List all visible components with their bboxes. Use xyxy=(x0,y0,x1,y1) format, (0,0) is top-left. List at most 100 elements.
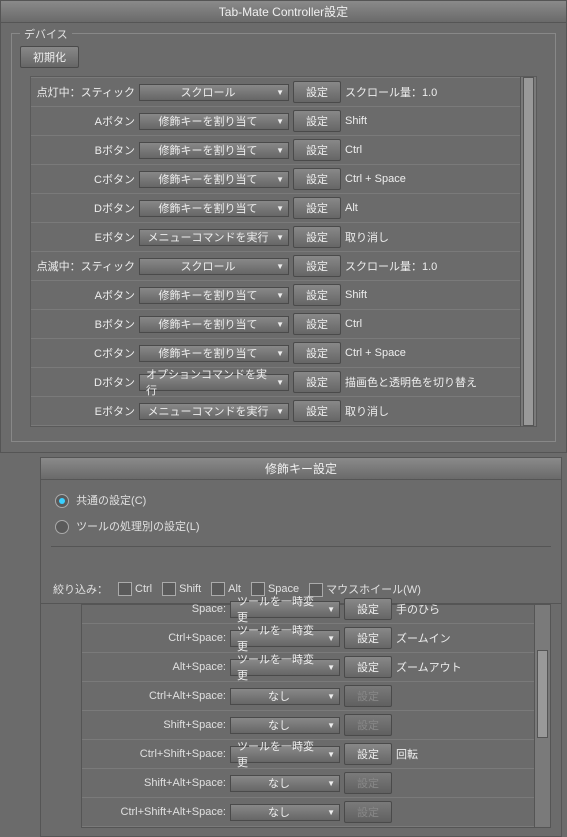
action-dropdown[interactable]: スクロール▼ xyxy=(139,84,289,101)
chevron-down-icon: ▼ xyxy=(276,291,284,300)
device-row: Bボタン修飾キーを割り当て▼設定Ctrl xyxy=(31,136,521,165)
mod-action-dropdown[interactable]: なし▼ xyxy=(230,688,340,705)
action-dropdown[interactable]: メニューコマンドを実行▼ xyxy=(139,403,289,420)
assigned-value: Ctrl + Space xyxy=(345,347,406,359)
chevron-down-icon: ▼ xyxy=(276,175,284,184)
chevron-down-icon: ▼ xyxy=(276,349,284,358)
modifier-panel: 修飾キー設定 共通の設定(C) ツールの処理別の設定(L) 絞り込み： Ctrl… xyxy=(40,457,562,837)
chevron-down-icon: ▼ xyxy=(276,378,284,387)
settings-button[interactable]: 設定 xyxy=(293,400,341,422)
settings-button[interactable]: 設定 xyxy=(293,255,341,277)
action-dropdown[interactable]: 修飾キーを割り当て▼ xyxy=(139,200,289,217)
settings-button[interactable]: 設定 xyxy=(293,168,341,190)
mod-action-dropdown[interactable]: なし▼ xyxy=(230,775,340,792)
device-row: Bボタン修飾キーを割り当て▼設定Ctrl xyxy=(31,310,521,339)
mod-combo-label: Shift+Alt+Space: xyxy=(86,777,226,789)
row-label: Dボタン xyxy=(35,200,135,216)
mod-combo-label: Shift+Space: xyxy=(86,719,226,731)
modifier-row: Shift+Alt+Space: なし▼設定 xyxy=(82,769,535,798)
panel2-title: 修飾キー設定 xyxy=(41,458,561,480)
settings-button[interactable]: 設定 xyxy=(293,197,341,219)
scroll-amount-label: スクロール量：1.0 xyxy=(345,84,437,100)
settings-button[interactable]: 設定 xyxy=(293,342,341,364)
panel1-title: Tab-Mate Controller設定 xyxy=(1,1,566,23)
device-row: Eボタンメニューコマンドを実行▼設定取り消し xyxy=(31,223,521,252)
mod-value: 回転 xyxy=(396,746,418,762)
mod-settings-button[interactable]: 設定 xyxy=(344,743,392,765)
assigned-value: Shift xyxy=(345,289,367,301)
mod-combo-label: Ctrl+Shift+Space: xyxy=(86,748,226,760)
settings-button[interactable]: 設定 xyxy=(293,110,341,132)
action-dropdown[interactable]: 修飾キーを割り当て▼ xyxy=(139,316,289,333)
device-row: Cボタン修飾キーを割り当て▼設定 Ctrl + Space xyxy=(31,339,521,368)
scrollbar[interactable] xyxy=(520,77,536,426)
assigned-value: 取り消し xyxy=(345,403,389,419)
device-row: Dボタンオプションコマンドを実行▼設定描画色と透明色を切り替え xyxy=(31,368,521,397)
mod-action-dropdown[interactable]: ツールを一時変更▼ xyxy=(230,659,340,676)
mod-settings-button[interactable]: 設定 xyxy=(344,627,392,649)
mod-value: ズームアウト xyxy=(396,659,462,675)
init-button[interactable]: 初期化 xyxy=(20,46,79,68)
row-label: 点灯中：スティック xyxy=(35,84,135,100)
chevron-down-icon: ▼ xyxy=(327,808,335,817)
modifier-row: Alt+Space:ツールを一時変更▼設定ズームアウト xyxy=(82,653,535,682)
mod-settings-button: 設定 xyxy=(344,801,392,823)
scroll-thumb[interactable] xyxy=(523,77,534,426)
mod-action-dropdown[interactable]: なし▼ xyxy=(230,717,340,734)
settings-button[interactable]: 設定 xyxy=(293,284,341,306)
assigned-value: 描画色と透明色を切り替え xyxy=(345,374,477,390)
device-settings-body: 点灯中：スティックスクロール▼設定スクロール量：1.0Aボタン修飾キーを割り当て… xyxy=(30,76,537,427)
mod-action-dropdown[interactable]: ツールを一時変更▼ xyxy=(230,746,340,763)
action-dropdown[interactable]: オプションコマンドを実行▼ xyxy=(139,374,289,391)
chk-shift[interactable] xyxy=(162,582,176,596)
mod-action-dropdown[interactable]: なし▼ xyxy=(230,804,340,821)
scroll-thumb-2[interactable] xyxy=(537,650,548,739)
modifier-row: Space: ツールを一時変更▼設定手のひら xyxy=(82,595,535,624)
settings-button[interactable]: 設定 xyxy=(293,139,341,161)
row-label: Dボタン xyxy=(35,374,135,390)
radio-tool[interactable] xyxy=(55,520,69,534)
mod-settings-button[interactable]: 設定 xyxy=(344,598,392,620)
mod-settings-button[interactable]: 設定 xyxy=(344,656,392,678)
row-label: Eボタン xyxy=(35,229,135,245)
modifier-row: Ctrl+Alt+Space:なし▼設定 xyxy=(82,682,535,711)
radio-common[interactable] xyxy=(55,494,69,508)
mod-combo-label: Space: xyxy=(86,603,226,615)
action-dropdown[interactable]: 修飾キーを割り当て▼ xyxy=(139,113,289,130)
scrollbar-2[interactable] xyxy=(534,605,550,827)
device-row: 点灯中：スティックスクロール▼設定スクロール量：1.0 xyxy=(31,77,521,107)
action-dropdown[interactable]: 修飾キーを割り当て▼ xyxy=(139,345,289,362)
assigned-value: 取り消し xyxy=(345,229,389,245)
action-dropdown[interactable]: スクロール▼ xyxy=(139,258,289,275)
mod-value: 手のひら xyxy=(396,601,440,617)
chevron-down-icon: ▼ xyxy=(327,605,335,614)
chk-ctrl[interactable] xyxy=(118,582,132,596)
chevron-down-icon: ▼ xyxy=(276,407,284,416)
settings-button[interactable]: 設定 xyxy=(293,81,341,103)
radio-common-label: 共通の設定(C) xyxy=(76,495,146,507)
mod-action-dropdown[interactable]: ツールを一時変更▼ xyxy=(230,601,340,618)
settings-button[interactable]: 設定 xyxy=(293,371,341,393)
device-row: Aボタン修飾キーを割り当て▼設定Shift xyxy=(31,281,521,310)
row-label: Cボタン xyxy=(35,171,135,187)
mod-action-dropdown[interactable]: ツールを一時変更▼ xyxy=(230,630,340,647)
action-dropdown[interactable]: メニューコマンドを実行▼ xyxy=(139,229,289,246)
action-dropdown[interactable]: 修飾キーを割り当て▼ xyxy=(139,142,289,159)
settings-button[interactable]: 設定 xyxy=(293,226,341,248)
chevron-down-icon: ▼ xyxy=(327,663,335,672)
device-row: Dボタン修飾キーを割り当て▼設定Alt xyxy=(31,194,521,223)
mod-combo-label: Ctrl+Space: xyxy=(86,632,226,644)
modifier-row: Ctrl+Space:ツールを一時変更▼設定ズームイン xyxy=(82,624,535,653)
action-dropdown[interactable]: 修飾キーを割り当て▼ xyxy=(139,287,289,304)
chevron-down-icon: ▼ xyxy=(327,634,335,643)
mod-settings-button: 設定 xyxy=(344,772,392,794)
settings-button[interactable]: 設定 xyxy=(293,313,341,335)
chevron-down-icon: ▼ xyxy=(327,779,335,788)
modifier-row: Ctrl+Shift+Alt+Space:なし▼設定 xyxy=(82,798,535,827)
chevron-down-icon: ▼ xyxy=(276,320,284,329)
action-dropdown[interactable]: 修飾キーを割り当て▼ xyxy=(139,171,289,188)
row-label: Cボタン xyxy=(35,345,135,361)
device-row: Cボタン修飾キーを割り当て▼設定Ctrl + Space xyxy=(31,165,521,194)
chk-alt[interactable] xyxy=(211,582,225,596)
device-group: デバイス 初期化 点灯中：スティックスクロール▼設定スクロール量：1.0Aボタン… xyxy=(11,33,556,442)
